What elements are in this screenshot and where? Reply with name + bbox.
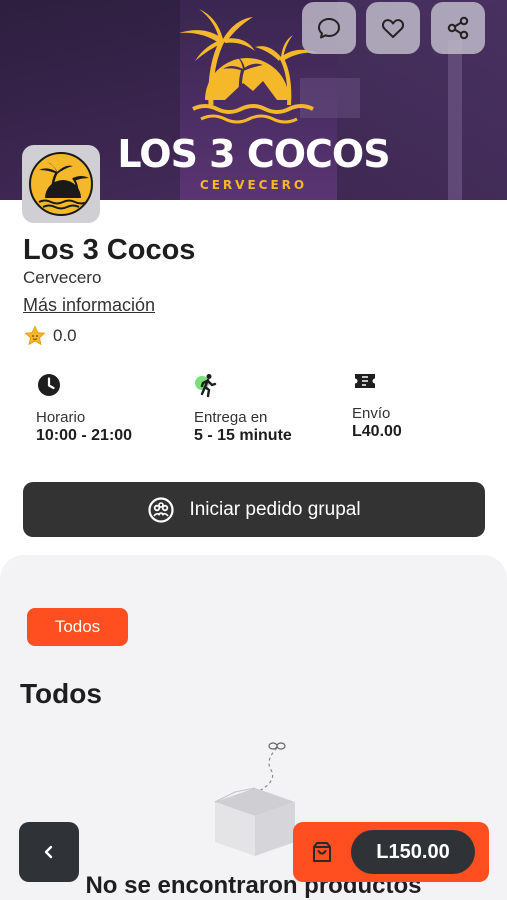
ticket-icon	[355, 374, 375, 388]
hero-background-pole	[448, 40, 462, 200]
store-rating: 0.0	[23, 324, 77, 348]
shopping-bag-icon	[313, 842, 331, 862]
cart-total: L150.00	[351, 830, 475, 874]
delivery-label: Entrega en	[194, 409, 268, 426]
delivery-info: Entrega en 5 - 15 minute	[194, 372, 292, 445]
store-avatar	[22, 145, 100, 223]
group-order-label: Iniciar pedido grupal	[189, 498, 361, 520]
hours-label: Horario	[36, 409, 86, 426]
group-order-button[interactable]: Iniciar pedido grupal	[23, 482, 485, 537]
shipping-value: L40.00	[352, 423, 402, 440]
share-icon	[447, 16, 469, 40]
star-icon	[24, 325, 46, 346]
shipping-info: Envío L40.00	[352, 368, 402, 441]
hours-value: 10:00 - 21:00	[36, 427, 133, 444]
brand-logo-graphic	[179, 9, 317, 124]
delivery-value: 5 - 15 minute	[194, 427, 292, 444]
rating-value: 0.0	[53, 326, 77, 345]
more-info-link[interactable]: Más información	[23, 295, 155, 316]
back-button[interactable]	[19, 822, 79, 882]
heart-icon	[381, 19, 405, 38]
cart-button[interactable]: L150.00	[293, 822, 489, 882]
empty-box-illustration	[214, 742, 295, 856]
hours-info: Horario 10:00 - 21:00	[36, 372, 132, 445]
share-button[interactable]	[431, 2, 485, 54]
store-logo-thumbnail	[29, 152, 93, 216]
store-name: Los 3 Cocos	[23, 234, 196, 266]
shipping-label: Envío	[352, 405, 391, 422]
group-icon	[148, 496, 175, 523]
chat-icon	[318, 18, 340, 39]
section-title: Todos	[20, 678, 102, 709]
clock-icon	[38, 374, 60, 396]
chat-button[interactable]	[302, 2, 356, 54]
store-category: Cervecero	[23, 268, 102, 287]
runner-icon	[195, 374, 217, 398]
category-chip-todos[interactable]: Todos	[27, 608, 128, 646]
favorite-button[interactable]	[366, 2, 420, 54]
chevron-left-icon	[44, 845, 53, 859]
